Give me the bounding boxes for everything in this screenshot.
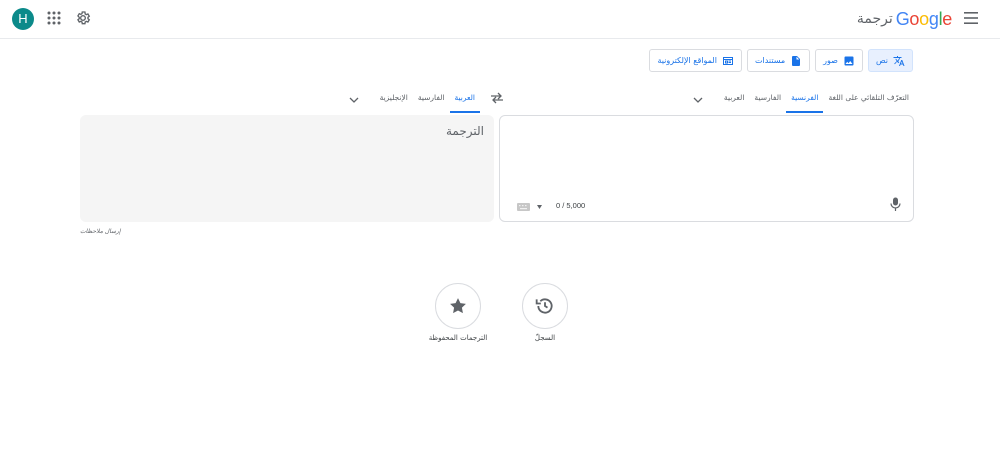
history-icon: [535, 298, 553, 314]
top-bar: H ترجمة Google: [0, 0, 1000, 39]
source-text-panel[interactable]: 0 / 5,000: [499, 115, 914, 222]
microphone-icon[interactable]: [890, 197, 901, 211]
saved-translations-label: الترجمات المحفوظة: [428, 334, 488, 342]
mode-text-button[interactable]: نص: [867, 49, 913, 72]
wordmark-letter: e: [942, 8, 952, 29]
target-lang-persian[interactable]: الفارسية: [413, 86, 450, 113]
keyboard-icon[interactable]: [517, 203, 530, 211]
target-more-languages-chevron-icon[interactable]: [349, 95, 359, 105]
wordmark-letter: G: [895, 8, 910, 29]
target-lang-english[interactable]: الإنجليزية: [375, 86, 413, 113]
mode-text-label: نص: [875, 56, 888, 65]
source-more-languages-chevron-icon[interactable]: [693, 95, 703, 105]
google-wordmark: Google: [895, 8, 953, 30]
target-lang-arabic[interactable]: العربية: [449, 86, 480, 113]
history-circle[interactable]: [522, 283, 568, 329]
google-translate-logo[interactable]: ترجمة Google: [857, 9, 952, 29]
mode-websites-button[interactable]: المواقع الإلكترونية: [649, 49, 742, 72]
history-button[interactable]: السجلّ: [500, 283, 590, 342]
logo-suffix: ترجمة: [856, 11, 893, 27]
keyboard-options-chevron-icon[interactable]: [537, 205, 542, 209]
mode-documents-label: مستندات: [754, 56, 786, 65]
document-icon: [792, 55, 801, 66]
hamburger-menu-icon[interactable]: [964, 12, 978, 24]
wordmark-letter: o: [909, 8, 920, 29]
source-lang-persian[interactable]: الفارسية: [749, 86, 786, 113]
translate-icon: [893, 55, 905, 66]
star-icon: [450, 298, 466, 314]
mode-documents-button[interactable]: مستندات: [746, 49, 811, 72]
source-language-bar: التعرّف التلقائي على اللغة الفرنسية الفا…: [693, 86, 914, 113]
wordmark-letter: o: [919, 8, 929, 29]
source-lang-detect[interactable]: التعرّف التلقائي على اللغة: [823, 86, 914, 113]
apps-grid-icon[interactable]: [47, 11, 61, 25]
source-lang-arabic[interactable]: العربية: [719, 86, 750, 113]
history-label: السجلّ: [534, 334, 556, 342]
translation-placeholder: الترجمة: [445, 124, 484, 138]
mode-selector: نص صور مستندات المواقع الإلكترونية: [649, 49, 913, 72]
character-counter: 0 / 5,000: [556, 201, 586, 210]
swap-languages-icon[interactable]: [490, 92, 504, 104]
saved-circle[interactable]: [435, 283, 481, 329]
send-feedback-link[interactable]: إرسال ملاحظات: [80, 228, 121, 235]
web-icon: [722, 56, 733, 65]
wordmark-letter: g: [928, 8, 939, 29]
source-lang-french[interactable]: الفرنسية: [786, 86, 824, 113]
mode-websites-label: المواقع الإلكترونية: [657, 56, 717, 65]
saved-translations-button[interactable]: الترجمات المحفوظة: [413, 283, 503, 342]
image-icon: [844, 56, 854, 65]
settings-gear-icon[interactable]: [75, 10, 91, 26]
mode-images-label: صور: [823, 56, 838, 65]
mode-images-button[interactable]: صور: [815, 49, 863, 72]
account-avatar[interactable]: H: [12, 8, 34, 30]
target-language-bar: العربية الفارسية الإنجليزية: [349, 86, 480, 113]
translation-output-panel: الترجمة: [80, 115, 494, 222]
